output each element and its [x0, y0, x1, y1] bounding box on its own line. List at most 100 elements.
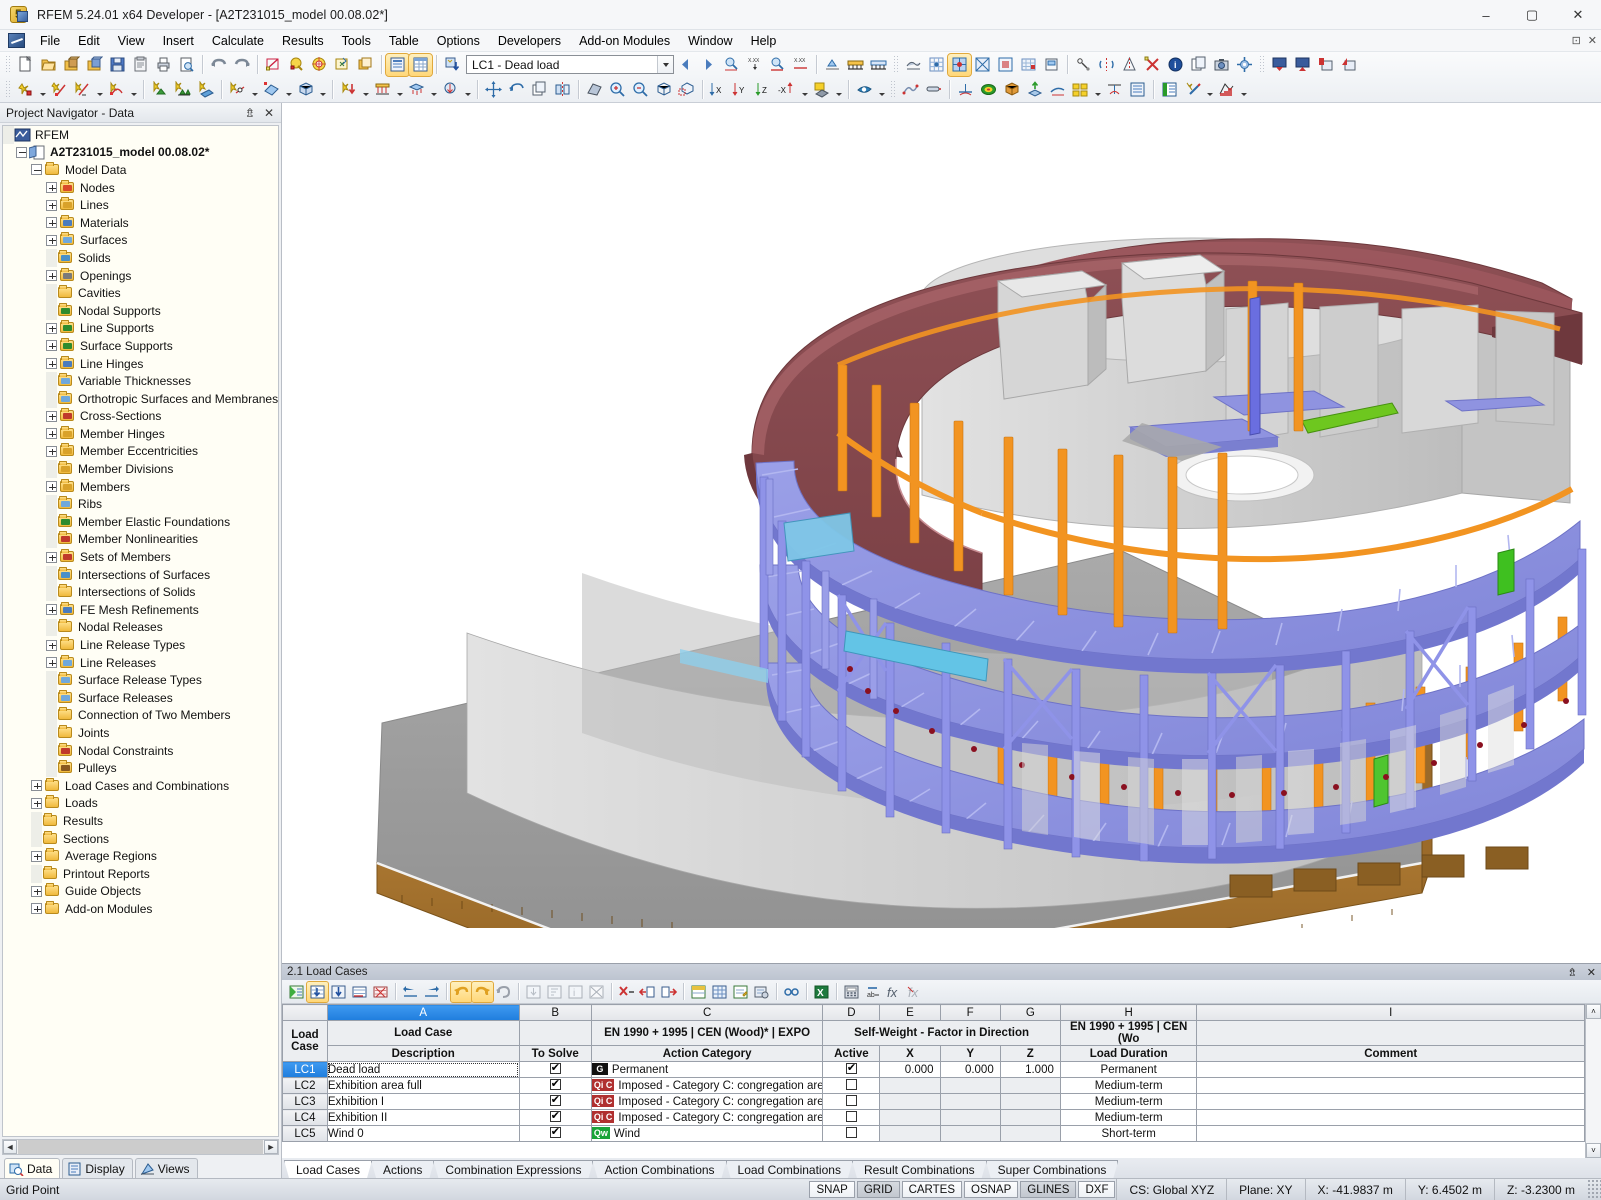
tree-item-intersections-of-surfaces[interactable]: Intersections of Surfaces [3, 565, 278, 584]
table-prev-icon[interactable] [400, 982, 421, 1002]
zoom-in-icon[interactable] [606, 79, 629, 101]
row-header-lc3[interactable]: LC3 [282, 1093, 328, 1110]
results-diagram-icon[interactable] [1103, 79, 1126, 101]
open-file-icon[interactable] [37, 54, 60, 76]
cell-comment[interactable] [1196, 1061, 1585, 1078]
results-table-icon[interactable] [1069, 79, 1092, 101]
expand-icon[interactable] [46, 428, 57, 440]
table-export-excel-icon[interactable]: X [811, 982, 832, 1002]
tree-item-sections[interactable]: Sections [3, 829, 278, 848]
column-letter-B[interactable]: B [518, 1004, 592, 1021]
cell-load-duration[interactable]: Short-term [1059, 1125, 1198, 1142]
toolbar2-grip[interactable] [5, 80, 11, 99]
tree-item-add-on-modules[interactable]: Add-on Modules [3, 900, 278, 918]
new-line-support-icon[interactable] [171, 79, 194, 101]
active-checkbox[interactable] [845, 1127, 857, 1138]
tree-item-member-divisions[interactable]: Member Divisions [3, 460, 278, 478]
cell-self-weight-y[interactable] [939, 1093, 1001, 1110]
view-in-x-icon[interactable]: X [707, 79, 730, 101]
screenshot-icon[interactable] [1210, 54, 1233, 76]
edit-lines-icon[interactable] [262, 54, 285, 76]
menu-window[interactable]: Window [679, 32, 741, 50]
tree-item-line-release-types[interactable]: Line Release Types [3, 636, 278, 654]
results-list-icon[interactable] [1126, 79, 1149, 101]
tree-item-member-elastic-foundations[interactable]: Member Elastic Foundations [3, 513, 278, 531]
toolbar-grip-2[interactable] [893, 55, 899, 74]
redo-icon[interactable] [230, 54, 253, 76]
info-icon[interactable]: i [1164, 54, 1187, 76]
new-nodal-load-dropdown[interactable] [360, 79, 371, 101]
cell-description[interactable]: Exhibition area full [326, 1077, 520, 1094]
tree-item-surfaces[interactable]: Surfaces [3, 232, 278, 250]
active-checkbox[interactable] [845, 1095, 857, 1106]
table-edit-cell-icon[interactable] [730, 982, 751, 1002]
copy-window-icon[interactable] [354, 54, 377, 76]
hscroll-right-button[interactable]: ► [264, 1140, 278, 1154]
cell-action-category[interactable]: Qi C Imposed - Category C: congregation a… [590, 1109, 824, 1126]
new-surface-load-dropdown[interactable] [428, 79, 439, 101]
zoom-out-icon[interactable] [629, 79, 652, 101]
load-value2-xxx-icon[interactable]: X.XX [789, 54, 812, 76]
select-by-mouse-icon[interactable] [331, 54, 354, 76]
status-toggle-osnap[interactable]: OSNAP [964, 1181, 1019, 1198]
tree-item-line-releases[interactable]: Line Releases [3, 654, 278, 672]
zoom-window-icon[interactable] [675, 79, 698, 101]
view-back-icon[interactable] [1291, 54, 1314, 76]
table-function-clear-icon[interactable]: fx [904, 982, 925, 1002]
new-line-dropdown[interactable] [94, 79, 105, 101]
tree-item-member-eccentricities[interactable]: Member Eccentricities [3, 443, 278, 461]
tree-item-member-nonlinearities[interactable]: Member Nonlinearities [3, 530, 278, 549]
cell-self-weight-z[interactable] [999, 1093, 1061, 1110]
column-letter-D[interactable]: D [822, 1004, 881, 1021]
tree-item-lines[interactable]: Lines [3, 196, 278, 214]
table-row[interactable]: LC4Exhibition II Qi CImposed - Category C… [282, 1109, 1585, 1126]
tree-item-variable-thicknesses[interactable]: Variable Thicknesses [3, 372, 278, 390]
load-case-new-icon[interactable] [441, 54, 464, 76]
chevron-down-icon[interactable] [657, 56, 673, 73]
load-case-combo[interactable]: LC1 - Dead load [466, 55, 674, 74]
cell-action-category[interactable]: Qi C Imposed - Category C: congregation a… [590, 1093, 824, 1110]
new-surface-icon[interactable] [260, 79, 283, 101]
navigator-pin-icon[interactable]: ⇯ [245, 106, 255, 120]
next-load-case-icon[interactable] [697, 54, 720, 76]
toolbar-grip[interactable] [5, 55, 11, 74]
save-icon[interactable] [106, 54, 129, 76]
navigator-tab-display[interactable]: Display [62, 1158, 133, 1178]
cell-description[interactable]: Exhibition I [326, 1093, 520, 1110]
table-insert-right-icon[interactable] [658, 982, 679, 1002]
tree-item-surface-releases[interactable]: Surface Releases [3, 689, 278, 707]
measure-icon[interactable] [1072, 54, 1095, 76]
expand-icon[interactable] [46, 657, 57, 669]
expand-icon[interactable] [46, 322, 57, 334]
annotate-icon[interactable] [1181, 79, 1204, 101]
cell-to-solve[interactable] [518, 1077, 592, 1094]
cell-comment[interactable] [1196, 1093, 1585, 1110]
minimize-button[interactable]: – [1463, 0, 1509, 30]
new-surface-load-icon[interactable] [405, 79, 428, 101]
table-close-icon[interactable]: ✕ [1587, 966, 1596, 979]
column-letter-G[interactable]: G [999, 1004, 1061, 1021]
cell-self-weight-z[interactable] [999, 1125, 1061, 1142]
navigator-hscrollbar[interactable]: ◄ ► [2, 1139, 279, 1155]
load-cases-grid[interactable]: A B C D E F G H I Load Case Load Case EN 1990 + 1995… [282, 1004, 1585, 1158]
table-grid-icon[interactable] [709, 982, 730, 1002]
menu-file[interactable]: File [31, 32, 69, 50]
table-print-icon[interactable] [751, 982, 772, 1002]
visibility-dropdown[interactable] [876, 79, 887, 101]
tree-item-model-data[interactable]: Model Data [3, 161, 278, 179]
table-info-icon[interactable]: i [565, 982, 586, 1002]
table-sort-icon[interactable] [544, 982, 565, 1002]
table-new-icon[interactable] [286, 982, 307, 1002]
row-header-lc2[interactable]: LC2 [282, 1077, 328, 1094]
grid-tab-super-combinations[interactable]: Super Combinations [986, 1160, 1119, 1178]
cell-self-weight-y[interactable] [939, 1077, 1001, 1094]
new-node-icon[interactable] [14, 79, 37, 101]
column-letter-I[interactable]: I [1196, 1004, 1585, 1021]
cell-self-weight-x[interactable] [879, 1093, 941, 1110]
menu-tools[interactable]: Tools [333, 32, 380, 50]
cell-to-solve[interactable] [518, 1093, 592, 1110]
new-surface-dropdown[interactable] [283, 79, 294, 101]
table-delete-row-icon[interactable] [370, 982, 391, 1002]
cell-load-duration[interactable]: Medium-term [1059, 1077, 1198, 1094]
cell-action-category[interactable]: G Permanent [590, 1061, 824, 1078]
